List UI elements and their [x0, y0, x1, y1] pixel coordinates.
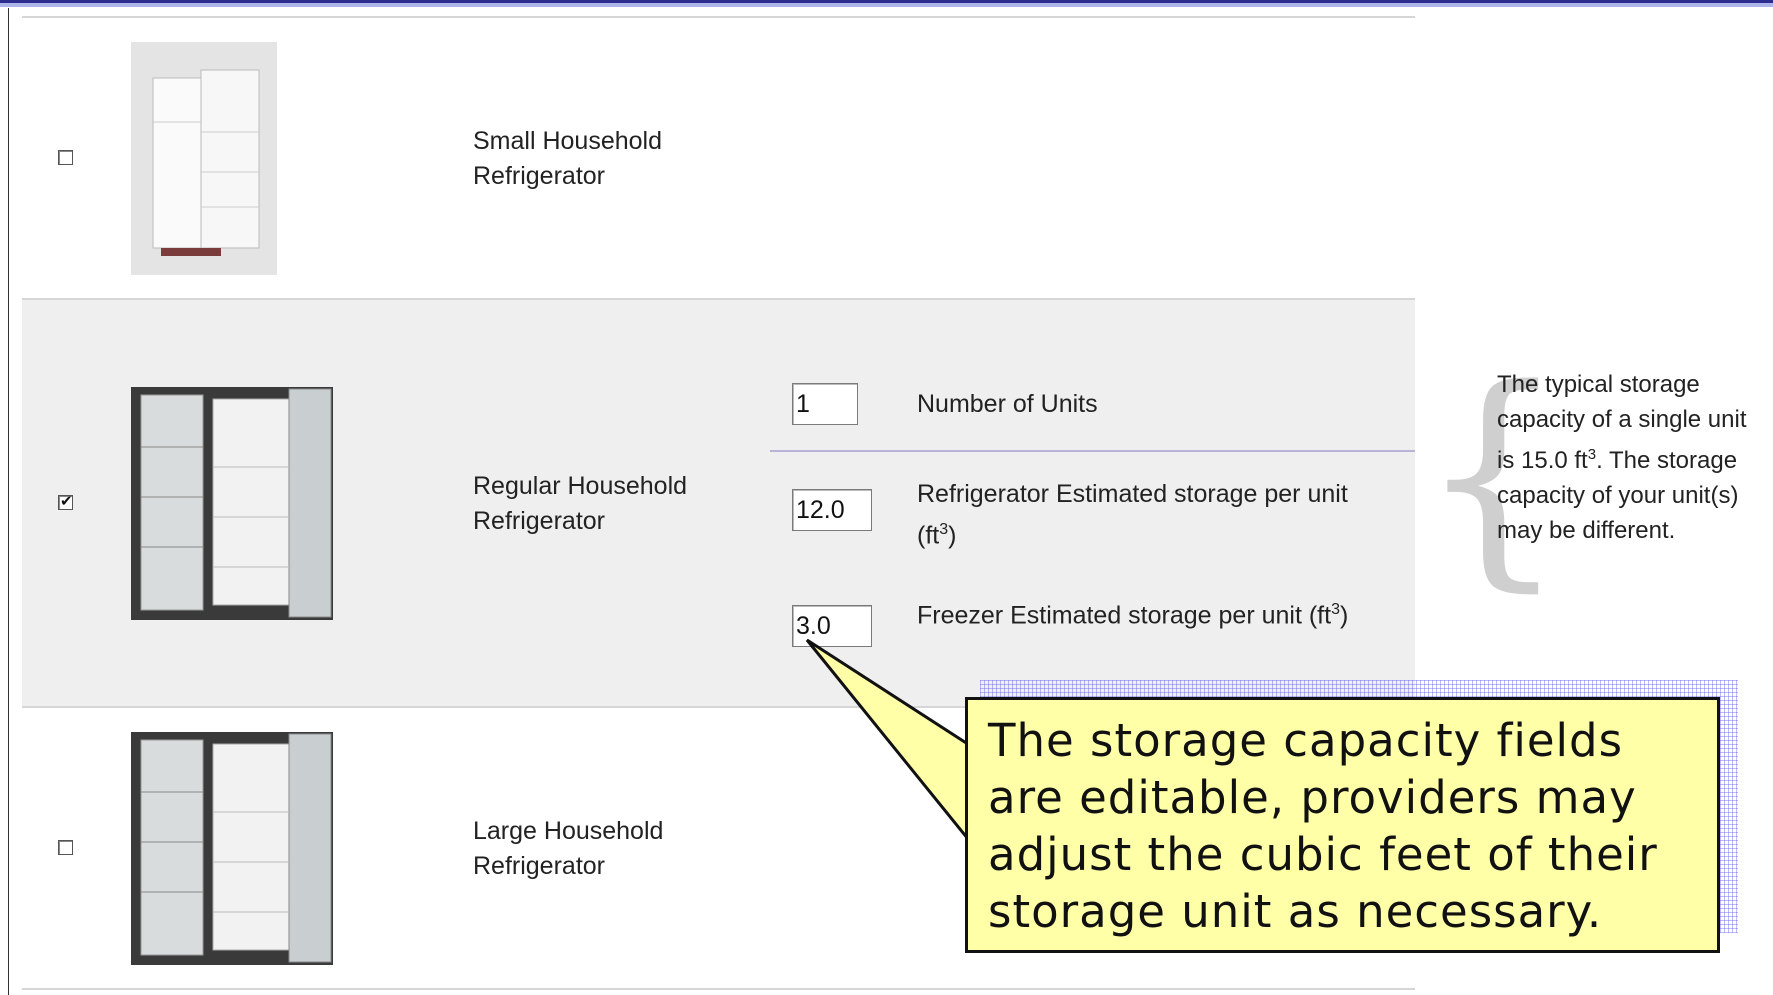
callout-text: The storage capacity fields are editable…: [988, 714, 1658, 938]
